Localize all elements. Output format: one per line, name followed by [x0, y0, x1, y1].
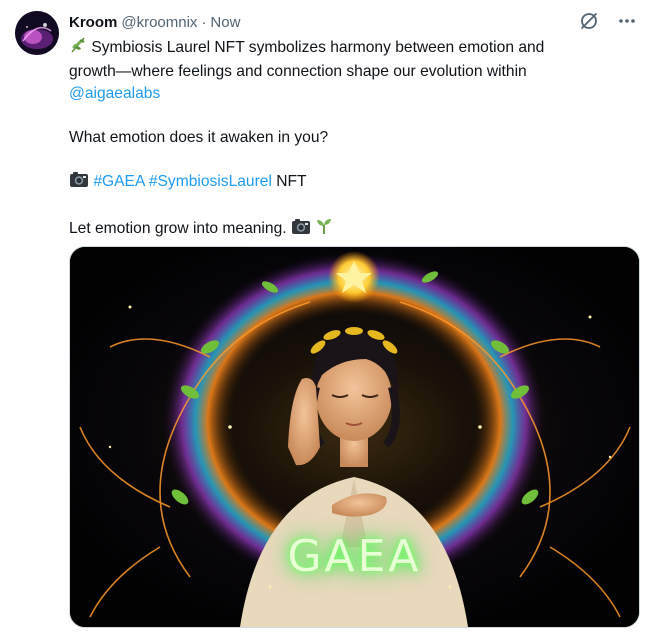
tweet-image[interactable]: GAEA	[69, 246, 640, 628]
text-line-1: Symbiosis Laurel NFT symbolizes harmony …	[69, 36, 629, 61]
hashtag-symbiosislaurel[interactable]: #SymbiosisLaurel	[149, 173, 272, 190]
seedling-emoji	[315, 217, 333, 242]
closing-line: Let emotion grow into meaning.	[69, 217, 629, 242]
closing-text: Let emotion grow into meaning.	[69, 220, 287, 237]
separator-dot: ·	[201, 13, 207, 31]
mention-link[interactable]: @aigaealabs	[69, 85, 160, 102]
hashtag-gaea[interactable]: #GAEA	[93, 173, 144, 190]
mention-line: @aigaealabs	[69, 83, 629, 105]
tweet: Kroom @kroomnix · Now Symbiosis Laurel N…	[0, 0, 660, 639]
grok-icon[interactable]	[578, 10, 600, 32]
text-line-1-content: Symbiosis Laurel NFT symbolizes harmony …	[91, 39, 545, 56]
nft-word: NFT	[276, 173, 307, 190]
hashtag-line: #GAEA #SymbiosisLaurel NFT	[69, 171, 629, 195]
more-icon[interactable]	[616, 10, 638, 32]
question-line: What emotion does it awaken in you?	[69, 129, 329, 146]
tweet-header: Kroom @kroomnix · Now	[69, 12, 240, 32]
camera-emoji	[291, 218, 311, 242]
top-actions	[578, 10, 638, 32]
tweet-text: Symbiosis Laurel NFT symbolizes harmony …	[69, 36, 629, 242]
herb-emoji	[69, 36, 87, 61]
text-line-2: growth—where feelings and connection sha…	[69, 63, 527, 80]
image-caption-gaea: GAEA	[287, 531, 422, 582]
author-handle[interactable]: @kroomnix	[121, 14, 197, 31]
camera-emoji	[69, 171, 89, 195]
avatar[interactable]	[15, 11, 59, 55]
author-name[interactable]: Kroom	[69, 14, 117, 31]
timestamp[interactable]: Now	[210, 14, 240, 31]
